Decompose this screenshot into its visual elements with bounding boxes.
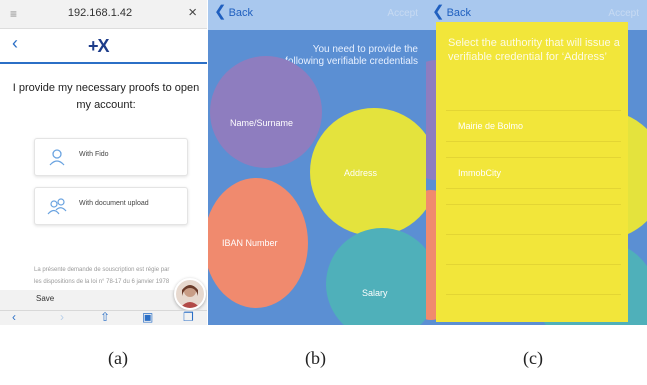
bubble-label: Address: [344, 168, 378, 178]
tabs-icon[interactable]: ❐: [183, 309, 194, 325]
users-icon: [47, 198, 67, 215]
credentials-prompt: You need to provide the following verifi…: [285, 44, 418, 67]
caption-c: (c): [523, 348, 543, 368]
caption-b: (b): [305, 348, 326, 368]
authority-selection-panel: Select the authority that will issue a v…: [436, 22, 628, 322]
authority-option[interactable]: ImmobCity: [446, 157, 621, 189]
person-photo-icon: [180, 285, 200, 308]
bubble-salary[interactable]: [326, 228, 426, 325]
bubble-label: IBAN Number: [222, 238, 278, 248]
browser-toolbar: ‹ › ⇧ ▣ ❐: [0, 310, 207, 325]
share-icon[interactable]: ⇧: [100, 309, 110, 325]
bubble-label: Salary: [362, 288, 388, 298]
authority-option[interactable]: Mairie de Bolmo: [446, 110, 621, 142]
divider: [446, 234, 621, 235]
divider: [446, 264, 621, 265]
close-icon[interactable]: ×: [188, 5, 197, 21]
nav-bar: ❮ Back Accept: [208, 0, 426, 30]
option-label: With document upload: [79, 200, 149, 207]
caption-a: (a): [108, 348, 128, 368]
bookmarks-icon[interactable]: ▣: [142, 309, 153, 325]
legal-text-line: La présente demande de souscription est …: [34, 267, 170, 273]
accept-button[interactable]: Accept: [608, 8, 639, 19]
option-with-document-upload[interactable]: With document upload: [34, 187, 188, 225]
screen-a: ≡ 192.168.1.42 × ‹ +X I provide my neces…: [0, 0, 207, 325]
authority-label: Mairie de Bolmo: [458, 121, 524, 131]
bubble-name-surname[interactable]: [210, 56, 322, 168]
menu-icon[interactable]: ≡: [10, 8, 22, 20]
bubble-label: Name/Surname: [230, 118, 294, 128]
divider: [446, 204, 621, 205]
accept-button[interactable]: Accept: [387, 8, 418, 19]
option-with-fido[interactable]: With Fido: [34, 138, 188, 176]
browser-url-bar: ≡ 192.168.1.42 ×: [0, 0, 207, 29]
chevron-left-icon: ❮: [432, 3, 445, 20]
back-chevron-icon[interactable]: ‹: [12, 34, 18, 52]
user-icon: [49, 149, 65, 166]
back-label: Back: [228, 7, 254, 19]
screen-c: ❮ Back Accept Select the authority that w…: [426, 0, 647, 325]
save-button[interactable]: Save: [36, 294, 54, 303]
app-header: ‹ +X: [0, 28, 207, 64]
forward-arrow-icon[interactable]: ›: [60, 309, 64, 325]
option-label: With Fido: [79, 151, 109, 158]
chevron-left-icon: ❮: [214, 3, 227, 20]
back-button[interactable]: ❮ Back: [214, 3, 254, 20]
screen-b: ❮ Back Accept You need to provide the fol…: [208, 0, 426, 325]
app-logo: +X: [88, 36, 110, 56]
url-text[interactable]: 192.168.1.42: [40, 7, 160, 19]
panel-title: Select the authority that will issue a v…: [448, 37, 620, 63]
authority-label: ImmobCity: [458, 168, 502, 178]
back-label: Back: [446, 7, 472, 19]
divider: [446, 294, 621, 295]
avatar[interactable]: [174, 278, 206, 310]
page-heading: I provide my necessary proofs to open my…: [12, 82, 200, 111]
back-button[interactable]: ❮ Back: [432, 3, 472, 20]
back-arrow-icon[interactable]: ‹: [12, 309, 16, 325]
